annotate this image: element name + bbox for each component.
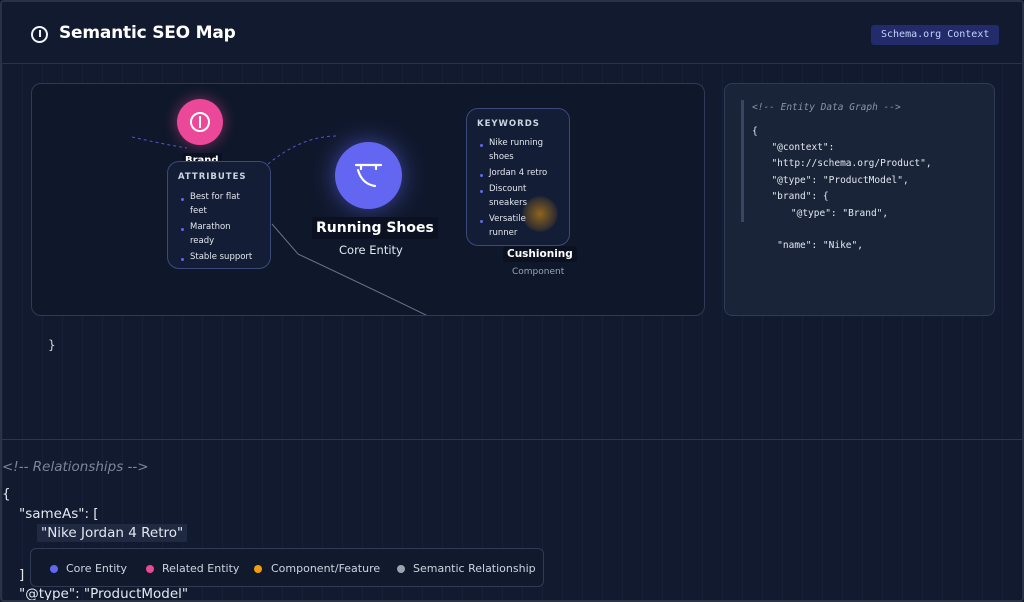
code-line: <!-- Entity Data Graph --> (752, 102, 901, 113)
legend-core-entity: Core Entity (66, 562, 128, 575)
attribute-item: Marathon (180, 220, 252, 234)
keyword-item-cont: shoes (489, 152, 514, 162)
schema-context-button[interactable]: Schema.org Context (871, 25, 1000, 45)
keywords-card: KEYWORDS Nike running shoes Jordan 4 ret… (466, 108, 570, 246)
attribute-item-cont: ready (190, 236, 215, 246)
info-icon (31, 26, 48, 43)
component-label: Cushioning (503, 246, 577, 262)
component-sublabel: Component (512, 267, 565, 277)
keywords-title: KEYWORDS (477, 119, 540, 129)
component-feature-dot (254, 565, 262, 573)
same-as-value: "Nike Jordan 4 Retro" (37, 524, 188, 542)
code-line: "@type": "Brand", (768, 208, 889, 219)
attributes-list: Best for flat feet Marathon ready Stable… (180, 190, 253, 265)
attributes-title: ATTRIBUTES (178, 172, 247, 182)
legend-related-entity: Related Entity (162, 562, 240, 575)
relationships-comment: <!-- Relationships --> (2, 459, 149, 475)
semantic-relationship-dot (397, 565, 405, 573)
code-line: "brand": { (760, 191, 829, 202)
overflow-open-brace: { (2, 486, 11, 502)
section-divider (2, 439, 1022, 440)
brand-node[interactable] (177, 99, 223, 145)
header: Semantic SEO Map Schema.org Context (2, 2, 1022, 64)
related-entity-dot (146, 565, 154, 573)
page-title: Semantic SEO Map (59, 23, 236, 43)
brand-node-label: Brand (182, 153, 222, 161)
brand-icon (190, 112, 210, 132)
legend-semantic-relationship: Semantic Relationship (413, 562, 536, 575)
code-line: "@context": (760, 142, 835, 153)
overflow-close-bracket: ] (19, 567, 25, 583)
keyword-item: Jordan 4 retro (479, 168, 548, 178)
core-entity-node[interactable] (335, 142, 402, 209)
legend: Core Entity Related Entity Component/Fea… (30, 548, 544, 587)
same-as-key: "sameAs": [ (19, 506, 99, 522)
code-gutter-bar (741, 100, 744, 222)
attribute-item-cont: feet (190, 206, 207, 216)
overflow-type-line: "@type": "ProductModel" (19, 586, 189, 602)
legend-component-feature: Component/Feature (271, 562, 381, 575)
core-entity-dot (50, 565, 58, 573)
keyword-item: Discount (479, 182, 547, 196)
entity-map-panel: Brand ATTRIBUTES Best for flat feet Mara… (31, 83, 705, 316)
app-window: Semantic SEO Map Schema.org Context Bran… (0, 0, 1024, 602)
component-node[interactable] (522, 196, 558, 232)
code-line: "http://schema.org/Product", (760, 158, 932, 169)
attribute-item: Best for flat (180, 190, 252, 204)
schema-code-panel: <!-- Entity Data Graph --> { "@context":… (724, 83, 995, 316)
attribute-item: Stable support (180, 252, 253, 262)
shoe-icon (354, 163, 383, 188)
code-line: "@type": "ProductModel", (760, 175, 909, 186)
core-entity-sublabel: Core Entity (339, 243, 403, 257)
overflow-brace: } (48, 338, 56, 352)
code-line: { (752, 126, 758, 137)
core-entity-label: Running Shoes (312, 217, 438, 239)
code-line: "name": "Nike", (760, 240, 863, 251)
attributes-card: ATTRIBUTES Best for flat feet Marathon r… (167, 161, 271, 269)
keyword-item: Nike running (479, 136, 547, 150)
